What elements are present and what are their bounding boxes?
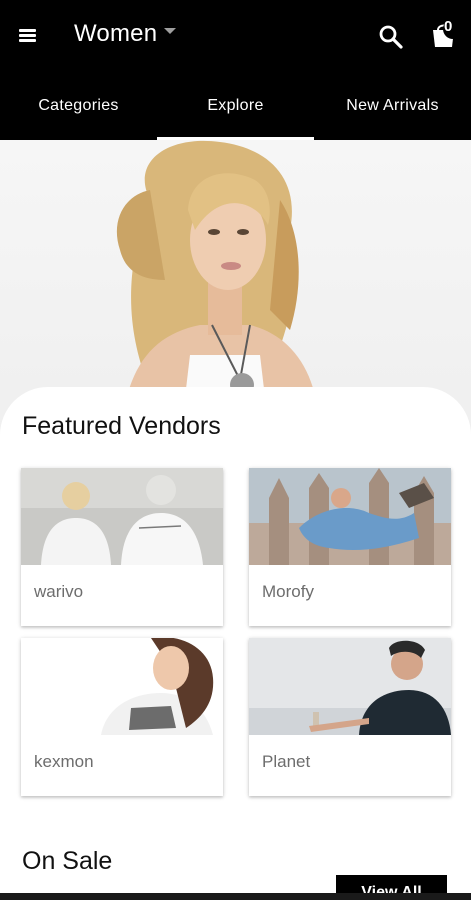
tab-new-arrivals[interactable]: New Arrivals: [314, 72, 471, 140]
tab-bar: Categories Explore New Arrivals: [0, 72, 471, 140]
app-bar: Women 0 Categories Explore New Arrivals: [0, 0, 471, 140]
menu-icon[interactable]: [19, 27, 41, 45]
featured-vendors-heading: Featured Vendors: [22, 412, 221, 440]
category-dropdown[interactable]: Women: [74, 20, 177, 48]
vendor-card-warivo[interactable]: warivo: [21, 468, 223, 626]
tab-categories[interactable]: Categories: [0, 72, 157, 140]
vendor-image-planet: [249, 638, 451, 735]
cart-count-badge: 0: [444, 18, 453, 35]
chevron-down-icon: [164, 28, 177, 34]
bottom-divider: [0, 893, 471, 900]
toolbar: Women 0: [0, 0, 471, 72]
vendor-name: kexmon: [34, 752, 94, 771]
vendor-card-kexmon[interactable]: kexmon: [21, 638, 223, 796]
on-sale-heading: On Sale: [22, 847, 113, 875]
content-panel: Featured Vendors warivo Morofy kexmon Pl…: [0, 387, 471, 900]
vendor-image-kexmon: [21, 638, 223, 735]
page-title: Women: [74, 20, 158, 47]
search-icon[interactable]: [378, 24, 404, 50]
vendor-card-planet[interactable]: Planet: [249, 638, 451, 796]
vendor-image-warivo: [21, 468, 223, 565]
vendor-name: Morofy: [262, 582, 314, 601]
vendor-image-morofy: [249, 468, 451, 565]
tab-explore[interactable]: Explore: [157, 72, 314, 140]
vendor-card-morofy[interactable]: Morofy: [249, 468, 451, 626]
vendor-name: warivo: [34, 582, 84, 601]
cart-button[interactable]: 0: [430, 16, 464, 50]
vendor-name: Planet: [262, 752, 311, 771]
